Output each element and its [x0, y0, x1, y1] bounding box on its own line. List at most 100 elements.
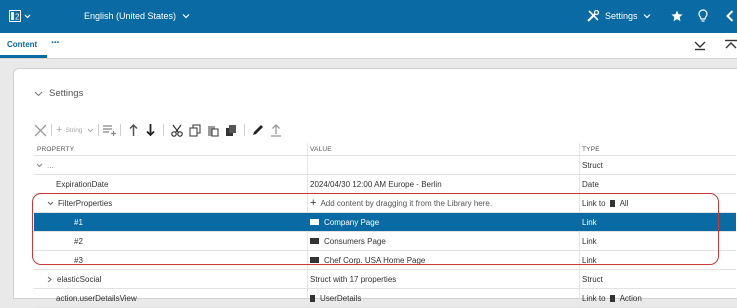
type-cell: Link: [582, 236, 597, 246]
language-label: English (United States): [84, 11, 177, 21]
table-row[interactable]: FilterProperties + Add content by draggi…: [34, 194, 736, 213]
column-header-property[interactable]: PROPERTY: [34, 143, 311, 155]
section-title: Settings: [49, 88, 84, 99]
paste-all-button[interactable]: [225, 123, 237, 137]
value-cell: Chef Corp. USA Home Page: [310, 251, 580, 269]
workspace-icon: 2: [9, 10, 31, 22]
tab-content[interactable]: Content: [7, 40, 37, 49]
type-cell: Link: [582, 217, 597, 227]
table-header: PROPERTY VALUE TYPE: [34, 143, 736, 156]
scissors-icon: [171, 124, 184, 137]
chevron-down-icon: [88, 128, 94, 132]
active-tab-indicator: [0, 55, 47, 58]
table-row[interactable]: ExpirationDate 2024/04/30 12:00 AM Europ…: [34, 175, 736, 194]
type-select[interactable]: String: [65, 123, 94, 137]
cut-button[interactable]: [171, 123, 184, 137]
table-row[interactable]: ... Struct: [34, 156, 736, 175]
collapse-button[interactable]: [726, 10, 734, 22]
chevron-up-line-icon: [725, 39, 737, 49]
arrow-down-icon: [146, 123, 156, 136]
copy-icon: [189, 123, 201, 137]
page-icon: [310, 219, 319, 225]
property-cell: #1: [74, 217, 83, 227]
settings-section-header[interactable]: Settings: [34, 88, 83, 99]
property-cell: action.userDetailsView: [56, 293, 137, 303]
tips-button[interactable]: [698, 9, 708, 23]
column-header-type[interactable]: TYPE: [582, 143, 736, 155]
table-row[interactable]: #2 Consumers Page Link: [34, 232, 736, 251]
upload-button[interactable]: [270, 123, 282, 137]
paste-button[interactable]: [207, 123, 219, 137]
chevron-down-line-icon: [694, 41, 706, 51]
move-down-button[interactable]: [146, 123, 156, 137]
table-row[interactable]: #3 Chef Corp. USA Home Page Link: [34, 251, 736, 270]
close-icon: [34, 124, 47, 136]
chevron-down-icon: [643, 14, 650, 19]
type-cell: Struct: [582, 160, 603, 170]
properties-table: PROPERTY VALUE TYPE ... Struct Expiratio…: [34, 143, 736, 308]
chevron-left-icon: [726, 10, 734, 22]
column-header-value[interactable]: VALUE: [310, 143, 580, 155]
table-row[interactable]: elasticSocial Struct with 17 properties …: [34, 270, 736, 289]
type-cell: Link to Action: [582, 293, 642, 303]
tab-bar: Content ···: [0, 33, 737, 59]
paste-stack-icon: [226, 124, 237, 136]
move-up-button[interactable]: [129, 123, 138, 137]
pencil-icon: [253, 125, 264, 135]
value-cell: 2024/04/30 12:00 AM Europe - Berlin: [310, 179, 442, 189]
page-icon: [310, 238, 319, 244]
value-cell: Consumers Page: [310, 232, 580, 250]
plus-icon: +: [310, 197, 317, 209]
value-cell: Company Page: [310, 213, 580, 231]
favorites-button[interactable]: [671, 10, 683, 22]
upload-icon: [271, 123, 282, 137]
property-cell: ExpirationDate: [56, 179, 109, 189]
language-selector[interactable]: English (United States): [84, 11, 190, 21]
chevron-down-icon: [47, 201, 54, 205]
chevron-right-icon: [47, 276, 52, 282]
type-cell: Struct: [582, 274, 603, 284]
settings-menu[interactable]: Settings: [587, 10, 651, 22]
value-cell: + Add content by dragging it from the Li…: [310, 197, 493, 209]
top-bar: 2 English (United States) Settings: [0, 0, 737, 33]
chevron-down-icon: [36, 163, 43, 167]
lightbulb-icon: [698, 9, 708, 22]
document-icon: [609, 199, 615, 207]
document-icon: [310, 294, 315, 302]
property-cell: FilterProperties: [34, 194, 321, 212]
arrow-up-icon: [129, 123, 138, 136]
value-cell: [310, 156, 580, 174]
settings-label: Settings: [605, 11, 638, 21]
tools-icon: [587, 10, 600, 22]
property-cell: #2: [74, 236, 83, 246]
chevron-down-icon: [34, 91, 43, 96]
copy-button[interactable]: [189, 123, 201, 137]
chevron-down-icon: [182, 14, 190, 19]
type-cell: Link to All: [582, 198, 629, 208]
value-cell: UserDetails: [310, 289, 580, 307]
minimize-button[interactable]: [694, 39, 706, 51]
paste-icon: [208, 125, 219, 137]
add-property-button[interactable]: +: [56, 123, 62, 137]
workspace-switcher[interactable]: 2: [9, 10, 31, 22]
table-row[interactable]: action.userDetailsView UserDetails Link …: [34, 289, 736, 308]
struct-toolbar: + String: [34, 123, 285, 137]
property-cell: ...: [34, 156, 310, 174]
edit-button[interactable]: [252, 123, 264, 137]
add-list-item-button[interactable]: [103, 123, 117, 137]
property-cell: elasticSocial: [34, 270, 321, 288]
table-row[interactable]: #1 Company Page Link: [34, 213, 736, 232]
type-select-value: String: [65, 126, 83, 134]
property-cell: #3: [74, 255, 83, 265]
delete-button[interactable]: [34, 123, 47, 137]
plus-icon: +: [56, 124, 63, 136]
document-icon: [609, 294, 615, 302]
list-add-icon: [103, 125, 117, 136]
settings-panel: Settings + String PROPERTY VALUE TYPE ..…: [13, 68, 737, 308]
star-icon: [671, 10, 683, 22]
more-tabs-button[interactable]: ···: [51, 37, 60, 49]
page-icon: [310, 257, 319, 263]
maximize-button[interactable]: [725, 39, 737, 51]
svg-text:2: 2: [15, 13, 20, 22]
type-cell: Link: [582, 255, 597, 265]
